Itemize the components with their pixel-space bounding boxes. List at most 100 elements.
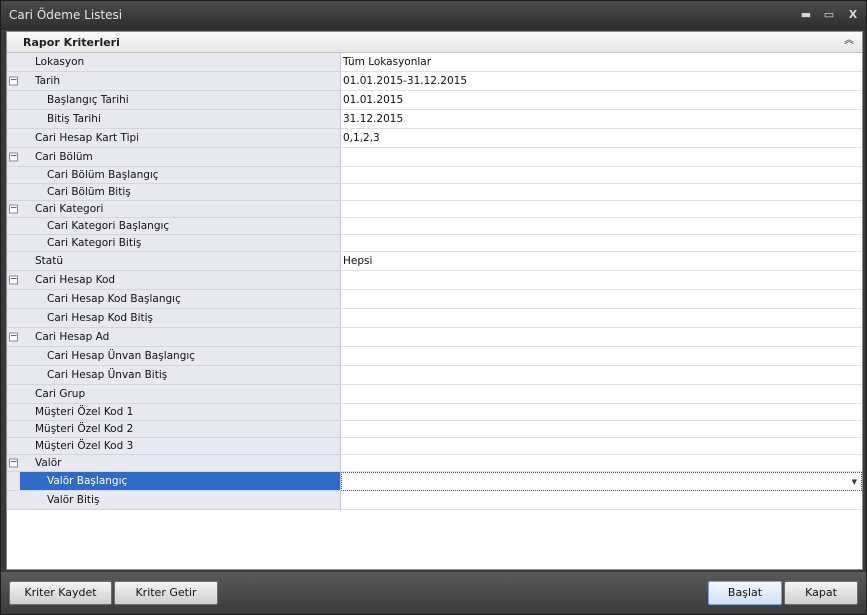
grid-row[interactable]: − Cari Bölüm xyxy=(7,148,862,167)
collapse-toggle-icon[interactable]: − xyxy=(9,204,18,214)
property-grid: Lokasyon Tüm Lokasyonlar − Tarih 01.01.2015-… xyxy=(7,53,862,510)
row-label-cell[interactable]: Cari Hesap Ünvan Bitiş xyxy=(7,366,341,385)
collapse-toggle-icon[interactable]: − xyxy=(9,152,18,162)
row-value-field[interactable] xyxy=(341,309,862,328)
row-value-field[interactable] xyxy=(341,148,862,167)
row-value-field[interactable] xyxy=(341,271,862,290)
grid-row[interactable]: Valör Başlangıç ▼ xyxy=(7,472,862,491)
panel-header[interactable]: Rapor Kriterleri ︽ xyxy=(7,32,862,53)
row-value: 0,1,2,3 xyxy=(343,132,380,144)
grid-row[interactable]: Cari Hesap Ünvan Başlangıç xyxy=(7,347,862,366)
row-value-field[interactable] xyxy=(341,404,862,421)
grid-row[interactable]: Cari Kategori Başlangıç xyxy=(7,218,862,235)
row-label-cell[interactable]: Cari Hesap Ünvan Başlangıç xyxy=(7,347,341,366)
row-label-cell[interactable]: − Tarih xyxy=(7,72,341,91)
row-value-field[interactable] xyxy=(341,385,862,404)
report-window: Cari Ödeme Listesi ▬ ▭ X Rapor Kriterler… xyxy=(0,0,867,615)
grid-row[interactable]: Cari Hesap Kod Bitiş xyxy=(7,309,862,328)
collapse-toggle-icon[interactable]: − xyxy=(9,275,18,285)
row-label-cell[interactable]: Müşteri Özel Kod 2 xyxy=(7,421,341,438)
row-value-field[interactable] xyxy=(341,201,862,218)
grid-row[interactable]: − Cari Kategori xyxy=(7,201,862,218)
grid-row[interactable]: Müşteri Özel Kod 1 xyxy=(7,404,862,421)
minimize-icon[interactable]: ▬ xyxy=(798,7,814,23)
row-label: Cari Hesap Ad xyxy=(35,331,110,343)
row-value-field[interactable] xyxy=(341,218,862,235)
row-value-field[interactable]: Tüm Lokasyonlar xyxy=(341,53,862,72)
grid-row[interactable]: Cari Hesap Kart Tipi 0,1,2,3 xyxy=(7,129,862,148)
close-button[interactable]: Kapat xyxy=(784,581,858,605)
grid-row[interactable]: Cari Bölüm Başlangıç xyxy=(7,167,862,184)
window-title: Cari Ödeme Listesi xyxy=(9,8,123,22)
row-value-field[interactable]: 31.12.2015 xyxy=(341,110,862,129)
row-label-cell[interactable]: − Valör xyxy=(7,455,341,472)
row-label-cell[interactable]: Bitiş Tarihi xyxy=(7,110,341,129)
grid-row[interactable]: Valör Bitiş xyxy=(7,491,862,510)
collapse-icon[interactable]: ︽ xyxy=(842,34,856,48)
grid-row[interactable]: − Cari Hesap Ad xyxy=(7,328,862,347)
row-label-cell[interactable]: Cari Hesap Kod Başlangıç xyxy=(7,290,341,309)
row-label: Müşteri Özel Kod 1 xyxy=(35,406,134,418)
collapse-toggle-icon[interactable]: − xyxy=(9,458,18,468)
grid-row[interactable]: Cari Bölüm Bitiş xyxy=(7,184,862,201)
grid-row[interactable]: Müşteri Özel Kod 2 xyxy=(7,421,862,438)
row-label-cell[interactable]: Müşteri Özel Kod 1 xyxy=(7,404,341,421)
row-value-field[interactable] xyxy=(341,347,862,366)
row-value-field[interactable] xyxy=(341,290,862,309)
load-criteria-button[interactable]: Kriter Getir xyxy=(114,581,218,605)
title-bar[interactable]: Cari Ödeme Listesi ▬ ▭ X xyxy=(1,1,866,30)
grid-row[interactable]: Bitiş Tarihi 31.12.2015 xyxy=(7,110,862,129)
row-label-cell[interactable]: − Cari Hesap Kod xyxy=(7,271,341,290)
row-value-field[interactable] xyxy=(341,167,862,184)
row-label-cell[interactable]: Cari Hesap Kart Tipi xyxy=(7,129,341,148)
maximize-icon[interactable]: ▭ xyxy=(821,7,837,23)
save-criteria-button[interactable]: Kriter Kaydet xyxy=(9,581,112,605)
row-value-field[interactable] xyxy=(341,455,862,472)
grid-row[interactable]: − Cari Hesap Kod xyxy=(7,271,862,290)
collapse-toggle-icon[interactable]: − xyxy=(9,76,18,86)
row-label-cell[interactable]: Cari Kategori Bitiş xyxy=(7,235,341,252)
row-label-cell[interactable]: Lokasyon xyxy=(7,53,341,72)
grid-row[interactable]: Müşteri Özel Kod 3 xyxy=(7,438,862,455)
row-label-cell[interactable]: Valör Başlangıç xyxy=(7,472,341,491)
grid-row[interactable]: Lokasyon Tüm Lokasyonlar xyxy=(7,53,862,72)
row-label-cell[interactable]: Başlangıç Tarihi xyxy=(7,91,341,110)
row-value-field[interactable]: Hepsi xyxy=(341,252,862,271)
start-button[interactable]: Başlat xyxy=(708,581,782,605)
row-label-cell[interactable]: Müşteri Özel Kod 3 xyxy=(7,438,341,455)
row-value-field[interactable]: ▼ xyxy=(341,472,862,491)
close-icon[interactable]: X xyxy=(845,7,861,23)
grid-row[interactable]: Cari Hesap Kod Başlangıç xyxy=(7,290,862,309)
row-value-field[interactable] xyxy=(341,235,862,252)
row-label-cell[interactable]: − Cari Hesap Ad xyxy=(7,328,341,347)
grid-row[interactable]: Cari Hesap Ünvan Bitiş xyxy=(7,366,862,385)
row-label-cell[interactable]: Cari Grup xyxy=(7,385,341,404)
row-value-field[interactable] xyxy=(341,184,862,201)
grid-row[interactable]: Başlangıç Tarihi 01.01.2015 xyxy=(7,91,862,110)
row-label-cell[interactable]: Statü xyxy=(7,252,341,271)
row-value-field[interactable] xyxy=(341,438,862,455)
row-label-cell[interactable]: Cari Bölüm Bitiş xyxy=(7,184,341,201)
row-value-field[interactable]: 0,1,2,3 xyxy=(341,129,862,148)
row-value-field[interactable]: 01.01.2015 xyxy=(341,91,862,110)
row-value: 31.12.2015 xyxy=(343,113,404,125)
row-value-field[interactable] xyxy=(341,491,862,510)
row-value: 01.01.2015-31.12.2015 xyxy=(343,75,468,87)
row-label-cell[interactable]: Valör Bitiş xyxy=(7,491,341,510)
row-value-field[interactable] xyxy=(341,366,862,385)
collapse-toggle-icon[interactable]: − xyxy=(9,332,18,342)
row-label-cell[interactable]: − Cari Kategori xyxy=(7,201,341,218)
row-value-field[interactable]: 01.01.2015-31.12.2015 xyxy=(341,72,862,91)
row-label-cell[interactable]: Cari Hesap Kod Bitiş xyxy=(7,309,341,328)
row-label-cell[interactable]: Cari Bölüm Başlangıç xyxy=(7,167,341,184)
grid-row[interactable]: Statü Hepsi xyxy=(7,252,862,271)
dropdown-arrow-icon[interactable]: ▼ xyxy=(852,478,857,486)
row-label-cell[interactable]: Cari Kategori Başlangıç xyxy=(7,218,341,235)
grid-row[interactable]: Cari Grup xyxy=(7,385,862,404)
grid-row[interactable]: − Valör xyxy=(7,455,862,472)
row-label-cell[interactable]: − Cari Bölüm xyxy=(7,148,341,167)
row-value-field[interactable] xyxy=(341,421,862,438)
row-value-field[interactable] xyxy=(341,328,862,347)
grid-row[interactable]: − Tarih 01.01.2015-31.12.2015 xyxy=(7,72,862,91)
grid-row[interactable]: Cari Kategori Bitiş xyxy=(7,235,862,252)
